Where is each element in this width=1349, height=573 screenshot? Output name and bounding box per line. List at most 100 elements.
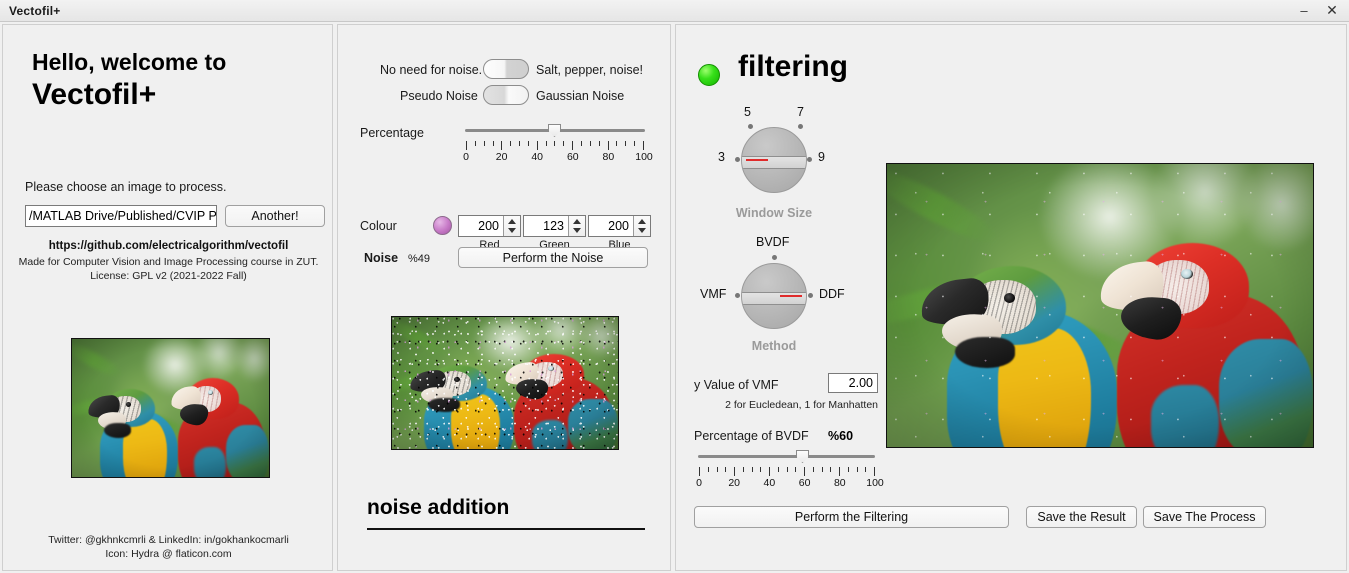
noise-section-underline: [367, 528, 645, 530]
noise-model-toggle-right-label: Gaussian Noise: [536, 89, 625, 103]
left-panel: Hello, welcome to Vectofil+ Please choos…: [2, 24, 333, 571]
save-process-button[interactable]: Save The Process: [1143, 506, 1266, 528]
colour-label: Colour: [360, 219, 397, 233]
noise-model-toggle[interactable]: [483, 85, 529, 105]
window-size-option-5: 5: [744, 105, 751, 119]
window-size-caption: Window Size: [735, 206, 813, 220]
method-dot-vmf: [735, 293, 740, 298]
chevron-down-icon[interactable]: [573, 228, 581, 233]
tick-label: 80: [602, 151, 615, 163]
application-window: Vectofil+ – ✕ Hello, welcome to Vectofil…: [0, 0, 1349, 573]
noise-model-toggle-left-label: Pseudo Noise: [400, 89, 478, 103]
percentage-label: Percentage: [360, 126, 424, 140]
colour-swatch[interactable]: [433, 216, 452, 235]
window-size-option-9: 9: [818, 150, 825, 164]
image-vignette: [392, 317, 618, 449]
green-value: 123: [543, 219, 564, 233]
chevron-up-icon[interactable]: [638, 219, 646, 224]
noisy-image-scene: [392, 317, 618, 449]
perform-filtering-button[interactable]: Perform the Filtering: [694, 506, 1009, 528]
method-option-bvdf: BVDF: [756, 235, 790, 249]
image-path-input[interactable]: /MATLAB Drive/Published/CVIP Pr: [25, 205, 217, 227]
social-line-2: Icon: Hydra @ flaticon.com: [105, 548, 232, 560]
tick-label: 40: [531, 151, 544, 163]
original-image: [71, 338, 270, 478]
social-text: Twitter: @gkhnkcmrli & LinkedIn: in/gokh…: [3, 533, 334, 561]
window-size-knob[interactable]: [741, 127, 807, 193]
image-vignette: [887, 164, 1313, 447]
tick-label: 100: [635, 151, 653, 163]
tick-label: 80: [833, 477, 846, 489]
noise-type-toggle[interactable]: [483, 59, 529, 79]
window-size-dot-3: [735, 157, 740, 162]
credit-line-2: License: GPL v2 (2021-2022 Fall): [90, 270, 247, 282]
blue-spinner[interactable]: 200: [588, 215, 651, 237]
perform-noise-button[interactable]: Perform the Noise: [458, 247, 648, 268]
window-size-dot-9: [807, 157, 812, 162]
tick-label: 20: [728, 477, 741, 489]
bvdf-percentage-label: Percentage of BVDF: [694, 429, 809, 443]
save-result-button[interactable]: Save the Result: [1026, 506, 1137, 528]
method-caption: Method: [751, 339, 797, 353]
knob-needle: [780, 295, 802, 297]
bvdf-slider-track[interactable]: [698, 455, 875, 458]
another-button[interactable]: Another!: [225, 205, 325, 227]
tick-label: 20: [495, 151, 508, 163]
percentage-slider-ticks: [466, 141, 644, 150]
github-link[interactable]: https://github.com/electricalgorithm/vec…: [3, 240, 334, 252]
noisy-image: [391, 316, 619, 450]
percentage-slider-thumb[interactable]: [548, 124, 561, 137]
welcome-heading-line2: Vectofil+: [32, 78, 157, 111]
y-value-input[interactable]: 2.00: [828, 373, 878, 393]
chevron-up-icon[interactable]: [508, 219, 516, 224]
credit-text: Made for Computer Vision and Image Proce…: [3, 255, 334, 283]
filtering-title: filtering: [738, 50, 848, 83]
y-value-label: y Value of VMF: [694, 378, 779, 392]
blue-value: 200: [608, 219, 629, 233]
filtered-image-scene: [887, 164, 1313, 447]
noise-percent-value: %49: [408, 253, 431, 265]
close-icon[interactable]: ✕: [1319, 0, 1349, 21]
red-spinner-arrows[interactable]: [503, 216, 520, 236]
green-spinner-arrows[interactable]: [568, 216, 585, 236]
chevron-up-icon[interactable]: [573, 219, 581, 224]
noise-section-title: noise addition: [367, 496, 510, 519]
method-knob[interactable]: [741, 263, 807, 329]
original-image-scene: [72, 339, 269, 477]
filtered-image: [886, 163, 1314, 448]
noise-toggle-right-label: Salt, pepper, noise!: [536, 63, 644, 77]
bvdf-slider-thumb[interactable]: [796, 450, 809, 463]
credit-line-1: Made for Computer Vision and Image Proce…: [18, 256, 319, 268]
blue-spinner-arrows[interactable]: [633, 216, 650, 236]
method-dot-bvdf: [772, 255, 777, 260]
method-option-vmf: VMF: [700, 287, 727, 301]
choose-image-label: Please choose an image to process.: [25, 180, 227, 194]
right-panel: filtering 5 7 3 9 Window Size BVDF VMF D…: [675, 24, 1347, 571]
red-value: 200: [478, 219, 499, 233]
window-title: Vectofil+: [9, 3, 61, 18]
chevron-down-icon[interactable]: [508, 228, 516, 233]
image-vignette: [72, 339, 269, 477]
window-size-option-7: 7: [797, 105, 804, 119]
tick-label: 40: [763, 477, 776, 489]
method-option-ddf: DDF: [819, 287, 845, 301]
welcome-heading-line1: Hello, welcome to: [32, 49, 227, 75]
title-bar: Vectofil+ – ✕: [0, 0, 1349, 22]
knob-needle: [746, 159, 768, 161]
window-size-option-3: 3: [718, 150, 725, 164]
tick-label: 100: [866, 477, 884, 489]
bvdf-slider-ticks: [699, 467, 875, 476]
noise-label: Noise: [364, 251, 399, 265]
window-size-dot-5: [748, 124, 753, 129]
tick-label: 0: [696, 477, 702, 489]
middle-panel: No need for noise. Salt, pepper, noise! …: [337, 24, 671, 571]
green-spinner[interactable]: 123: [523, 215, 586, 237]
status-led-icon: [698, 64, 720, 86]
chevron-down-icon[interactable]: [638, 228, 646, 233]
noise-toggle-left-label: No need for noise.: [380, 63, 483, 77]
social-line-1: Twitter: @gkhnkcmrli & LinkedIn: in/gokh…: [48, 534, 289, 546]
method-dot-ddf: [808, 293, 813, 298]
minimize-button[interactable]: –: [1289, 0, 1319, 21]
red-spinner[interactable]: 200: [458, 215, 521, 237]
window-size-dot-7: [798, 124, 803, 129]
